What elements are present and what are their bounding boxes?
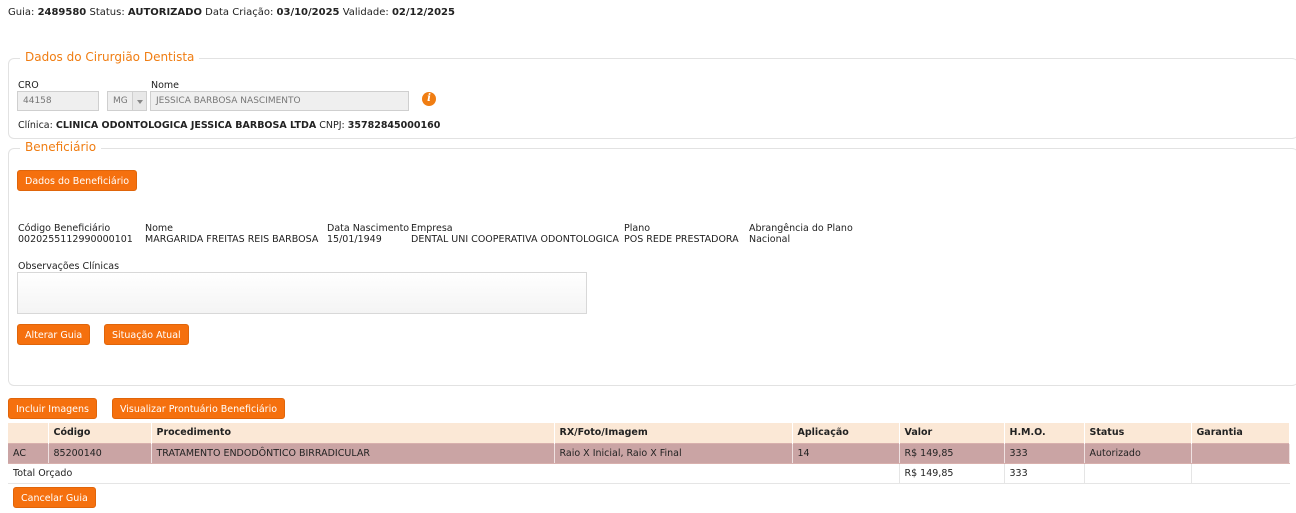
total-row: Total Orçado R$ 149,85 333 xyxy=(8,463,1290,484)
total-valor: R$ 149,85 xyxy=(899,463,1005,484)
codigo-beneficiario-label: Código Beneficiário xyxy=(18,223,111,234)
column-header-codigo[interactable]: Código xyxy=(48,423,152,443)
cro-label: CRO xyxy=(18,80,39,91)
plano-label: Plano xyxy=(624,223,651,234)
column-header-status[interactable]: Status xyxy=(1084,423,1192,443)
table-row[interactable]: AC 85200140 TRATAMENTO ENDODÔNTICO BIRRA… xyxy=(8,442,1290,464)
dentista-legend: Dados do Cirurgião Dentista xyxy=(20,50,200,64)
visualizar-prontuario-button[interactable]: Visualizar Prontuário Beneficiário xyxy=(112,398,286,419)
column-header xyxy=(8,423,49,443)
validade-value: 02/12/2025 xyxy=(391,7,455,18)
abrangencia-value: Nacional xyxy=(749,234,791,245)
nome-beneficiario-value: MARGARIDA FREITAS REIS BARBOSA xyxy=(145,234,319,245)
cell-tipo: AC xyxy=(8,442,49,464)
incluir-imagens-button[interactable]: Incluir Imagens xyxy=(8,398,97,419)
cell-hmo: 333 xyxy=(1004,442,1085,464)
total-hmo: 333 xyxy=(1004,463,1085,484)
chevron-down-icon xyxy=(132,92,146,110)
dados-beneficiario-button[interactable]: Dados do Beneficiário xyxy=(17,170,138,191)
alterar-guia-button[interactable]: Alterar Guia xyxy=(17,324,91,345)
data-nascimento-value: 15/01/1949 xyxy=(327,234,382,245)
observacoes-textarea[interactable] xyxy=(17,272,587,314)
guia-label: Guia: xyxy=(8,7,35,18)
data-criacao-label: Data Criação: xyxy=(205,7,274,18)
column-header-procedimento[interactable]: Procedimento xyxy=(151,423,555,443)
cell-status: Autorizado xyxy=(1084,442,1192,464)
cnpj-label: CNPJ: xyxy=(319,120,345,131)
clinica-line: Clínica: CLINICA ODONTOLOGICA JESSICA BA… xyxy=(18,120,440,131)
abrangencia-label: Abrangência do Plano xyxy=(749,223,853,234)
situacao-atual-button[interactable]: Situação Atual xyxy=(104,324,189,345)
total-empty-2 xyxy=(1191,463,1290,484)
info-icon[interactable]: i xyxy=(422,92,436,106)
cell-codigo: 85200140 xyxy=(48,442,152,464)
guia-number: 2489580 xyxy=(37,7,87,18)
nome-dentista-field[interactable]: JESSICA BARBOSA NASCIMENTO xyxy=(150,91,409,111)
empresa-label: Empresa xyxy=(411,223,453,234)
uf-select[interactable]: MG xyxy=(107,91,147,111)
validade-label: Validade: xyxy=(342,7,389,18)
status-value: AUTORIZADO xyxy=(127,7,202,18)
cancelar-guia-button[interactable]: Cancelar Guia xyxy=(13,487,96,508)
cell-procedimento: TRATAMENTO ENDODÔNTICO BIRRADICULAR xyxy=(151,442,555,464)
nome-beneficiario-label: Nome xyxy=(145,223,174,234)
codigo-beneficiario-value: 0020255112990000101 xyxy=(18,234,133,245)
table-header-row: Código Procedimento RX/Foto/Imagem Aplic… xyxy=(8,423,1290,443)
data-nascimento-label: Data Nascimento xyxy=(327,223,410,234)
uf-value: MG xyxy=(113,96,128,106)
column-header-valor[interactable]: Valor xyxy=(899,423,1005,443)
beneficiario-legend: Beneficiário xyxy=(20,140,102,154)
total-empty xyxy=(1084,463,1192,484)
column-header-garantia[interactable]: Garantia xyxy=(1191,423,1290,443)
clinica-value: CLINICA ODONTOLOGICA JESSICA BARBOSA LTD… xyxy=(55,120,317,131)
cnpj-value: 35782845000160 xyxy=(347,120,441,131)
procedures-table: Código Procedimento RX/Foto/Imagem Aplic… xyxy=(8,423,1290,484)
observacoes-label: Observações Clínicas xyxy=(18,261,120,272)
guia-summary: Guia: 2489580 Status: AUTORIZADO Data Cr… xyxy=(8,7,455,18)
cell-valor: R$ 149,85 xyxy=(899,442,1005,464)
cro-field[interactable]: 44158 xyxy=(17,91,99,111)
status-label: Status: xyxy=(89,7,125,18)
beneficiario-panel xyxy=(8,148,1296,386)
cell-aplicacao: 14 xyxy=(792,442,900,464)
nome-dentista-label: Nome xyxy=(151,80,180,91)
total-label: Total Orçado xyxy=(8,463,900,484)
column-header-rx[interactable]: RX/Foto/Imagem xyxy=(554,423,793,443)
plano-value: POS REDE PRESTADORA xyxy=(624,234,739,245)
clinica-label: Clínica: xyxy=(18,120,53,131)
cell-garantia xyxy=(1191,442,1290,464)
column-header-hmo[interactable]: H.M.O. xyxy=(1004,423,1085,443)
empresa-value: DENTAL UNI COOPERATIVA ODONTOLOGICA xyxy=(411,234,619,245)
column-header-aplicacao[interactable]: Aplicação xyxy=(792,423,900,443)
data-criacao-value: 03/10/2025 xyxy=(276,7,340,18)
cell-rx: Raio X Inicial, Raio X Final xyxy=(554,442,793,464)
